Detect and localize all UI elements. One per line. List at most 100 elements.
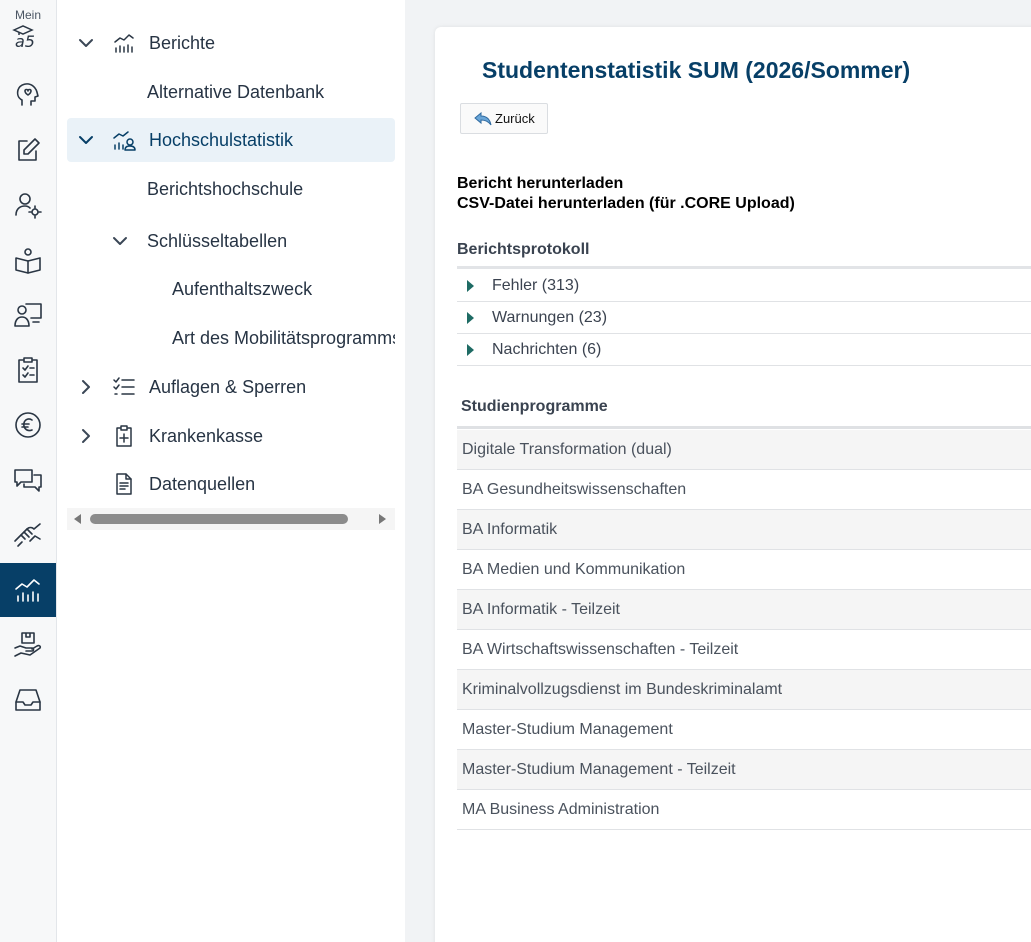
protocol-item-label: Fehler (313) [492, 276, 580, 294]
tree-item-berichtshochschule[interactable]: Berichtshochschule [147, 167, 395, 211]
rail-item-user-settings[interactable] [0, 178, 56, 232]
tree-item-hochschulstatistik[interactable]: Hochschulstatistik [67, 118, 395, 162]
user-settings-icon [15, 193, 42, 219]
protocol-item-warnings[interactable]: Warnungen (23) [457, 302, 1031, 334]
tree-item-aufenthaltszweck[interactable]: Aufenthaltszweck [172, 267, 395, 311]
program-row[interactable]: BA Informatik [457, 510, 1031, 550]
chart-icon [111, 30, 137, 56]
expand-triangle-icon[interactable] [467, 279, 474, 292]
rail-item-services[interactable] [0, 618, 56, 672]
program-row[interactable]: BA Gesundheitswissenschaften [457, 470, 1031, 510]
tree-item-label: Berichtshochschule [147, 178, 304, 199]
back-arrow-icon [474, 111, 492, 125]
tree-item-datenquellen[interactable]: Datenquellen [75, 462, 395, 506]
chat-bubbles-icon [14, 469, 42, 492]
program-row[interactable]: BA Informatik - Teilzeit [457, 590, 1031, 630]
chevron-down-icon[interactable] [75, 129, 97, 151]
report-tree: Berichte Alternative Datenbank Hochschul… [57, 0, 405, 942]
program-row[interactable]: MA Business Administration [457, 790, 1031, 830]
tree-item-label: Alternative Datenbank [147, 81, 325, 102]
tree-item-label: Schlüsseltabellen [147, 230, 288, 251]
chevron-down-icon[interactable] [75, 32, 97, 54]
rail-item-inbox[interactable] [0, 673, 56, 727]
program-name: BA Informatik [462, 520, 558, 538]
back-button-label: Zurück [495, 111, 535, 126]
program-name: Kriminalvollzugsdienst im Bundeskriminal… [462, 680, 783, 698]
euro-icon [15, 412, 41, 438]
report-card: Studentenstatistik SUM (2026/Sommer) Zur… [435, 27, 1031, 942]
rail-item-courses[interactable] [0, 233, 56, 287]
program-name: Digitale Transformation (dual) [462, 440, 672, 458]
expand-triangle-icon[interactable] [467, 311, 474, 324]
book-icon [15, 248, 41, 274]
logo-graduation-icon: a5 [12, 25, 35, 51]
protocol-item-errors[interactable]: Fehler (313) [457, 270, 1031, 302]
logo[interactable]: Mein a5 [0, 8, 56, 54]
tree-item-label: Art des Mobilitätsprogramms [172, 327, 395, 348]
head-heart-icon [16, 83, 39, 106]
rail-item-statistics[interactable] [0, 563, 56, 617]
rail-item-wellbeing[interactable] [0, 68, 56, 122]
tree-item-krankenkasse[interactable]: Krankenkasse [75, 414, 395, 458]
rail-item-exams[interactable] [0, 343, 56, 397]
program-name: MA Business Administration [462, 800, 660, 818]
icon-rail: Mein a5 [0, 0, 57, 942]
program-row[interactable]: Digitale Transformation (dual) [457, 430, 1031, 470]
document-icon [111, 471, 137, 497]
medical-clipboard-icon [111, 423, 137, 449]
teacher-board-icon [14, 303, 42, 327]
inbox-icon [15, 689, 41, 711]
scroll-left-icon[interactable] [74, 514, 81, 524]
protocol-item-label: Warnungen (23) [492, 308, 608, 326]
program-row[interactable]: Kriminalvollzugsdienst im Bundeskriminal… [457, 670, 1031, 710]
svg-text:a5: a5 [15, 32, 35, 49]
tree-item-label: Krankenkasse [149, 425, 264, 446]
program-name: BA Gesundheitswissenschaften [462, 480, 687, 498]
program-row[interactable]: BA Medien und Kommunikation [457, 550, 1031, 590]
programs-heading: Studienprogramme [461, 398, 608, 415]
tree-item-label: Hochschulstatistik [149, 129, 294, 150]
program-name: Master-Studium Management [462, 720, 673, 738]
scrollbar-thumb[interactable] [90, 514, 348, 524]
statistics-icon [15, 579, 40, 602]
edit-icon [18, 138, 40, 161]
program-name: BA Medien und Kommunikation [462, 560, 686, 578]
chevron-right-icon[interactable] [75, 425, 97, 447]
hand-package-icon [14, 632, 42, 657]
checklist-icon [111, 374, 137, 400]
rail-item-teaching[interactable] [0, 288, 56, 342]
chevron-down-icon[interactable] [109, 230, 131, 252]
back-button[interactable]: Zurück [460, 103, 548, 134]
program-row[interactable]: Master-Studium Management - Teilzeit [457, 750, 1031, 790]
protocol-item-messages[interactable]: Nachrichten (6) [457, 334, 1031, 366]
logo-label: Mein [14, 8, 41, 22]
program-row[interactable]: Master-Studium Management [457, 710, 1031, 750]
horizontal-scrollbar[interactable] [67, 508, 395, 530]
tree-item-label: Auflagen & Sperren [149, 376, 307, 397]
tree-item-label: Berichte [149, 32, 216, 53]
program-row[interactable]: BA Wirtschaftswissenschaften - Teilzeit [457, 630, 1031, 670]
rail-item-edit[interactable] [0, 123, 56, 177]
tree-item-berichte[interactable]: Berichte [75, 21, 395, 65]
download-csv-link[interactable]: CSV-Datei herunterladen (für .CORE Uploa… [457, 195, 795, 213]
tree-item-alternative-datenbank[interactable]: Alternative Datenbank [147, 70, 395, 114]
page-title: Studentenstatistik SUM (2026/Sommer) [482, 57, 911, 83]
divider [457, 266, 1031, 269]
expand-triangle-icon[interactable] [467, 343, 474, 356]
tree-item-mobilitaetsprogramm[interactable]: Art des Mobilitätsprogramms [172, 316, 395, 360]
program-name: BA Informatik - Teilzeit [462, 600, 620, 618]
program-name: BA Wirtschaftswissenschaften - Teilzeit [462, 640, 739, 658]
rail-item-messages[interactable] [0, 453, 56, 507]
tree-item-label: Aufenthaltszweck [172, 278, 313, 299]
clipboard-check-icon [18, 357, 38, 383]
chevron-right-icon[interactable] [75, 376, 97, 398]
rail-item-agreements[interactable] [0, 508, 56, 562]
rail-item-finance[interactable] [0, 398, 56, 452]
chart-person-icon [111, 127, 137, 153]
tree-item-auflagen-sperren[interactable]: Auflagen & Sperren [75, 365, 395, 409]
protocol-item-label: Nachrichten (6) [492, 340, 602, 358]
scroll-right-icon[interactable] [379, 514, 386, 524]
tree-item-schluesseltabellen[interactable]: Schlüsseltabellen [109, 219, 395, 263]
download-report-link[interactable]: Bericht herunterladen [457, 175, 623, 193]
handshake-icon [14, 523, 41, 547]
